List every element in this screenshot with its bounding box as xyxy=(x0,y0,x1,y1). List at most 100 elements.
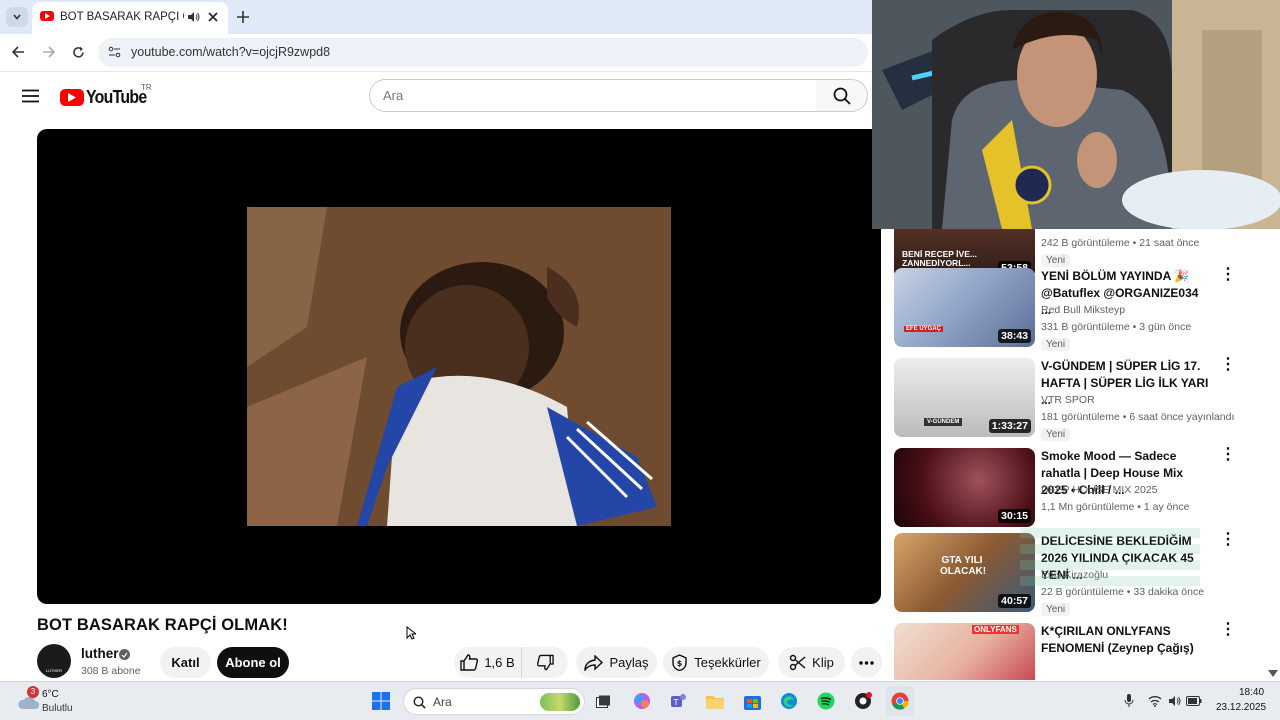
youtube-logo[interactable]: YouTube TR xyxy=(60,83,155,107)
plus-icon xyxy=(237,11,249,23)
new-tab-button[interactable] xyxy=(234,8,252,26)
thumbnail-text: BENİ RECEP İVE... ZANNEDİYORL... xyxy=(902,249,977,268)
video-scene-image xyxy=(247,207,671,526)
search-button[interactable] xyxy=(816,79,868,112)
svg-text:T: T xyxy=(673,698,679,707)
video-player[interactable] xyxy=(37,129,881,604)
temperature: 6°C xyxy=(42,689,59,700)
video-thumbnail: V-GÜNDEM 1:33:27 xyxy=(894,358,1035,437)
volume-icon[interactable] xyxy=(1168,695,1182,707)
new-badge: Yeni xyxy=(1041,338,1071,351)
more-options-icon[interactable]: ⋮ xyxy=(1220,267,1235,283)
site-info-icon[interactable] xyxy=(107,45,121,59)
file-explorer-icon[interactable] xyxy=(705,691,725,711)
new-badge: Yeni xyxy=(1041,428,1071,441)
youtube-logo-text: YouTube xyxy=(86,86,147,107)
recommendation-item[interactable]: EFE UYGAÇ 38:43 YENİ BÖLÜM YAYINDA 🎉 @Ba… xyxy=(894,267,1235,351)
recommendation-item[interactable]: V-GÜNDEM 1:33:27 V-GÜNDEM | SÜPER LİG 17… xyxy=(894,357,1235,441)
thumbnail-text: GTA YILI OLACAK! xyxy=(940,555,987,577)
more-actions-button[interactable] xyxy=(851,647,882,678)
menu-button[interactable] xyxy=(20,86,40,106)
share-icon xyxy=(584,654,604,671)
thanks-button[interactable]: $ Teşekkürler xyxy=(663,647,769,678)
search-highlight-icon xyxy=(540,693,580,711)
youtube-logo-icon xyxy=(60,88,84,106)
omnibox[interactable]: youtube.com/watch?v=ojcjR9zwpd8 xyxy=(98,38,868,67)
clip-label: Klip xyxy=(812,655,834,670)
share-label: Paylaş xyxy=(609,655,649,670)
reload-button[interactable] xyxy=(68,42,88,62)
subscribe-label: Abone ol xyxy=(225,655,281,670)
clip-button[interactable]: Klip xyxy=(778,647,845,678)
channel-avatar[interactable]: LUTHER xyxy=(37,644,71,678)
tab-active[interactable]: BOT BASARAK RAPÇİ OLMA xyxy=(32,2,228,34)
video-thumbnail: ONLYFANS xyxy=(894,623,1035,680)
clock-time[interactable]: 18:40 xyxy=(1239,687,1264,698)
join-button[interactable]: Katıl xyxy=(160,647,211,678)
channel-name: VTR SPOR xyxy=(1041,394,1095,406)
mouse-cursor-icon xyxy=(406,626,416,640)
video-thumbnail: 30:15 xyxy=(894,448,1035,527)
like-button[interactable]: 1,6 B xyxy=(454,647,521,678)
video-title: BOT BASARAK RAPÇİ OLMAK! xyxy=(37,616,288,634)
video-frame xyxy=(247,207,671,526)
mic-icon[interactable] xyxy=(1124,694,1134,708)
join-label: Katıl xyxy=(171,655,200,670)
more-options-icon[interactable]: ⋮ xyxy=(1220,357,1235,373)
weather-badge: 3 xyxy=(27,686,39,698)
subscribe-button[interactable]: Abone ol xyxy=(217,647,289,678)
more-options-icon[interactable]: ⋮ xyxy=(1220,622,1235,638)
thumbnail-text: V-GÜNDEM xyxy=(924,418,963,426)
close-tab-icon[interactable] xyxy=(206,10,220,24)
recommendation-item[interactable]: 30:15 Smoke Mood — Sadece rahatla | Deep… xyxy=(894,447,1235,528)
forward-button[interactable] xyxy=(38,42,58,62)
more-horizontal-icon xyxy=(859,660,874,665)
thumbnail-text: EFE UYGAÇ xyxy=(904,326,944,332)
browser-tab-bar: BOT BASARAK RAPÇİ OLMA xyxy=(0,0,872,34)
system-tray xyxy=(1120,692,1202,710)
thanks-label: Teşekkürler xyxy=(694,655,761,670)
clock-date[interactable]: 23.12.2025 xyxy=(1216,702,1266,713)
wifi-icon[interactable] xyxy=(1148,695,1162,707)
task-view-icon[interactable] xyxy=(594,692,612,710)
battery-icon[interactable] xyxy=(1186,696,1202,706)
video-meta: 181 görüntüleme • 6 saat önce yayınlandı xyxy=(1041,411,1235,423)
back-button[interactable] xyxy=(8,42,28,62)
video-meta: 331 B görüntüleme • 3 gün önce xyxy=(1041,321,1192,333)
hamburger-icon xyxy=(21,89,39,103)
copilot-icon[interactable] xyxy=(632,691,652,711)
search-input[interactable]: Ara xyxy=(369,79,817,112)
teams-icon[interactable]: T xyxy=(668,691,688,711)
thanks-icon: $ xyxy=(672,654,687,671)
taskbar-search[interactable]: Ara xyxy=(403,688,585,715)
dislike-button[interactable] xyxy=(521,647,568,678)
scroll-down-arrow-icon[interactable] xyxy=(1268,670,1278,678)
address-bar-row: youtube.com/watch?v=ojcjR9zwpd8 xyxy=(0,34,872,72)
chevron-down-icon xyxy=(13,14,21,20)
channel-name[interactable]: luther xyxy=(81,646,119,661)
app-icon[interactable] xyxy=(853,691,873,711)
video-meta: 242 B görüntüleme • 21 saat önce xyxy=(1041,237,1200,249)
chrome-icon[interactable] xyxy=(886,686,914,716)
video-thumbnail: EFE UYGAÇ 38:43 xyxy=(894,268,1035,347)
windows-logo-icon xyxy=(372,692,390,710)
duration-badge: 1:33:27 xyxy=(988,419,1031,433)
subscriber-count: 308 B abone xyxy=(81,665,141,677)
arrow-right-icon xyxy=(42,46,55,58)
more-options-icon[interactable]: ⋮ xyxy=(1220,447,1235,463)
search-icon xyxy=(413,696,426,709)
spotify-icon[interactable] xyxy=(816,691,836,711)
channel-name: DEEP HOUSE MIX 2025 xyxy=(1041,484,1158,496)
share-button[interactable]: Paylaş xyxy=(576,647,657,678)
store-icon[interactable] xyxy=(742,691,762,711)
tab-list-button[interactable] xyxy=(6,7,28,27)
edge-icon[interactable] xyxy=(779,691,799,711)
thumbs-up-icon xyxy=(460,654,479,671)
thumbnail-text: ONLYFANS xyxy=(972,625,1019,634)
more-options-icon[interactable]: ⋮ xyxy=(1220,532,1235,548)
arrow-left-icon xyxy=(11,46,24,58)
start-button[interactable] xyxy=(371,691,391,711)
speaker-icon[interactable] xyxy=(186,10,200,24)
weather-widget[interactable]: 3 6°C Bulutlu xyxy=(14,686,114,718)
channel-name: Red Bull Miksteyp xyxy=(1041,304,1126,316)
